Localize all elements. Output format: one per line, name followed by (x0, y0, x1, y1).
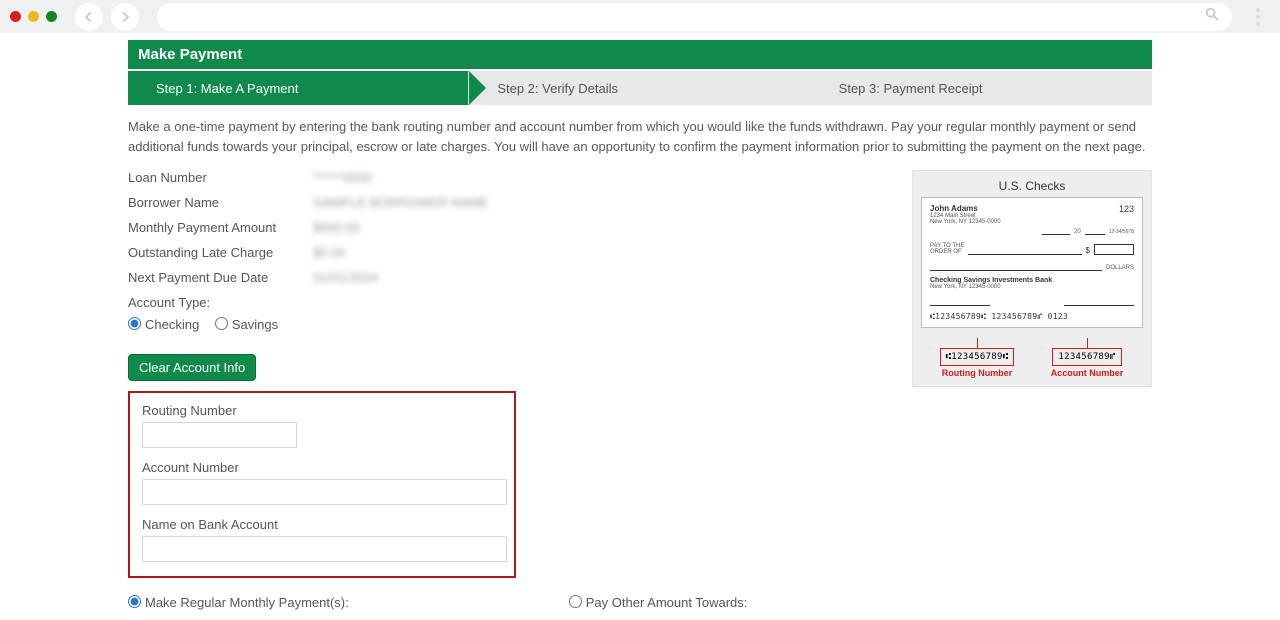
search-icon[interactable] (1204, 6, 1220, 27)
account-input[interactable] (142, 479, 507, 505)
forward-button[interactable] (111, 3, 139, 31)
page-content: Make Payment Step 1: Make A Payment Step… (128, 40, 1152, 620)
window-controls (10, 11, 57, 22)
address-bar[interactable] (157, 3, 1232, 31)
regular-payment-radio-label[interactable]: Make Regular Monthly Payment(s): (128, 594, 349, 610)
account-type-label: Account Type: (128, 295, 888, 310)
due-row: Next Payment Due Date01/01/2024 (128, 270, 888, 285)
more-menu-icon[interactable] (1246, 8, 1270, 26)
chevron-right-icon (118, 10, 132, 24)
savings-radio[interactable] (215, 317, 228, 330)
step-2: Step 2: Verify Details (469, 71, 810, 105)
account-label: Account Number (142, 460, 502, 475)
minimize-window-icon[interactable] (28, 11, 39, 22)
step-1[interactable]: Step 1: Make A Payment (128, 71, 469, 105)
close-window-icon[interactable] (10, 11, 21, 22)
chevron-left-icon (82, 10, 96, 24)
savings-radio-label[interactable]: Savings (215, 317, 278, 332)
regular-payment-radio[interactable] (128, 595, 141, 608)
back-button[interactable] (75, 3, 103, 31)
step-3: Step 3: Payment Receipt (811, 71, 1152, 105)
bank-info-form: Routing Number Account Number Name on Ba… (128, 391, 516, 578)
name-on-account-label: Name on Bank Account (142, 517, 502, 532)
routing-input[interactable] (142, 422, 297, 448)
clear-account-button[interactable]: Clear Account Info (128, 354, 256, 381)
other-amount-radio-label[interactable]: Pay Other Amount Towards: (569, 594, 748, 610)
page-title: Make Payment (128, 40, 1152, 69)
check-diagram: U.S. Checks John Adams 1234 Main Street … (912, 170, 1152, 387)
browser-chrome (0, 0, 1280, 33)
loan-number-row: Loan Number******0000 (128, 170, 888, 185)
routing-label: Routing Number (142, 403, 502, 418)
late-row: Outstanding Late Charge$0.00 (128, 245, 888, 260)
borrower-row: Borrower NameSAMPLE BORROWER NAME (128, 195, 888, 210)
checking-radio[interactable] (128, 317, 141, 330)
progress-stepper: Step 1: Make A Payment Step 2: Verify De… (128, 71, 1152, 105)
monthly-row: Monthly Payment Amount$000.00 (128, 220, 888, 235)
checking-radio-label[interactable]: Checking (128, 317, 199, 332)
instruction-text: Make a one-time payment by entering the … (128, 117, 1152, 156)
name-on-account-input[interactable] (142, 536, 507, 562)
maximize-window-icon[interactable] (46, 11, 57, 22)
other-amount-radio[interactable] (569, 595, 582, 608)
url-input[interactable] (169, 9, 1204, 24)
